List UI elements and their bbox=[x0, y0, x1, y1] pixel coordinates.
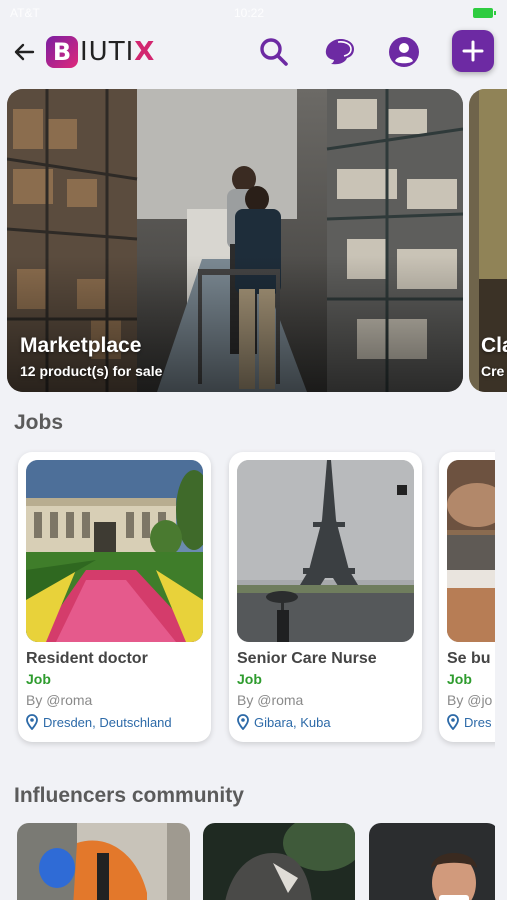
job-type: Job bbox=[26, 671, 51, 687]
status-bar: AT&T 10:22 bbox=[0, 0, 507, 26]
logo-text-accent: X bbox=[134, 37, 156, 67]
location-pin-icon bbox=[26, 714, 38, 730]
add-button[interactable] bbox=[452, 30, 494, 72]
job-location-label: Dres bbox=[464, 714, 492, 730]
influencer-photo bbox=[203, 823, 355, 900]
job-location-label: Dresden, Deutschland bbox=[43, 714, 172, 730]
job-type: Job bbox=[447, 671, 472, 687]
jobs-section-title: Jobs bbox=[14, 411, 64, 434]
job-title: Resident doctor bbox=[26, 650, 148, 667]
chat-button[interactable] bbox=[322, 34, 358, 70]
plus-icon bbox=[462, 40, 484, 62]
classifieds-card[interactable]: Cla Cre bbox=[469, 89, 507, 392]
influencer-photo bbox=[17, 823, 190, 900]
account-icon bbox=[389, 37, 419, 67]
category-carousel: Marketplace 12 product(s) for sale Cla C… bbox=[0, 89, 507, 392]
clock-label: 10:22 bbox=[234, 6, 265, 20]
back-button[interactable] bbox=[10, 38, 38, 66]
carrier-label: AT&T bbox=[10, 6, 40, 20]
logo-text: IUTIX bbox=[80, 37, 155, 67]
app-logo: B IUTIX bbox=[46, 34, 155, 70]
job-image bbox=[26, 460, 203, 642]
search-button[interactable] bbox=[256, 34, 292, 70]
influencer-card[interactable] bbox=[369, 823, 495, 900]
job-card[interactable]: Se bu Job By @jo Dres bbox=[439, 452, 495, 742]
job-type: Job bbox=[237, 671, 262, 687]
back-arrow-icon bbox=[14, 43, 35, 61]
logo-text-main: IUTI bbox=[80, 37, 135, 67]
job-location-label: Gibara, Kuba bbox=[254, 714, 331, 730]
job-title: Se bu bbox=[447, 650, 491, 667]
job-location: Gibara, Kuba bbox=[237, 714, 331, 730]
influencers-section-title: Influencers community bbox=[14, 784, 244, 807]
job-author: By @roma bbox=[237, 692, 304, 708]
chat-icon bbox=[325, 39, 354, 65]
garden-building-photo bbox=[26, 460, 203, 642]
job-card[interactable]: Senior Care Nurse Job By @roma Gibara, K… bbox=[229, 452, 422, 742]
job-author: By @roma bbox=[26, 692, 93, 708]
hero-card-title: Cla bbox=[481, 334, 507, 357]
job-location: Dresden, Deutschland bbox=[26, 714, 172, 730]
hero-card-subtitle: 12 product(s) for sale bbox=[20, 363, 163, 379]
eiffel-tower-photo bbox=[237, 460, 414, 642]
influencer-card[interactable] bbox=[203, 823, 355, 900]
job-image bbox=[447, 460, 495, 642]
job-image bbox=[237, 460, 414, 642]
logo-mark: B bbox=[46, 36, 78, 68]
app-header: B IUTIX bbox=[0, 26, 507, 78]
marketplace-card[interactable]: Marketplace 12 product(s) for sale bbox=[7, 89, 463, 392]
construction-photo bbox=[447, 460, 495, 642]
search-icon bbox=[260, 38, 288, 66]
hero-card-subtitle: Cre bbox=[481, 363, 505, 379]
influencers-carousel bbox=[0, 823, 495, 900]
battery-icon bbox=[473, 8, 496, 18]
job-location: Dres bbox=[447, 714, 491, 730]
job-title: Senior Care Nurse bbox=[237, 650, 377, 667]
job-card[interactable]: Resident doctor Job By @roma Dresden, De… bbox=[18, 452, 211, 742]
location-pin-icon bbox=[237, 714, 249, 730]
account-button[interactable] bbox=[386, 34, 422, 70]
location-pin-icon bbox=[447, 714, 459, 730]
hero-card-title: Marketplace bbox=[20, 334, 142, 357]
influencer-photo bbox=[369, 823, 495, 900]
influencer-card[interactable] bbox=[17, 823, 190, 900]
jobs-carousel: Resident doctor Job By @roma Dresden, De… bbox=[0, 449, 495, 749]
job-author: By @jo bbox=[447, 692, 493, 708]
